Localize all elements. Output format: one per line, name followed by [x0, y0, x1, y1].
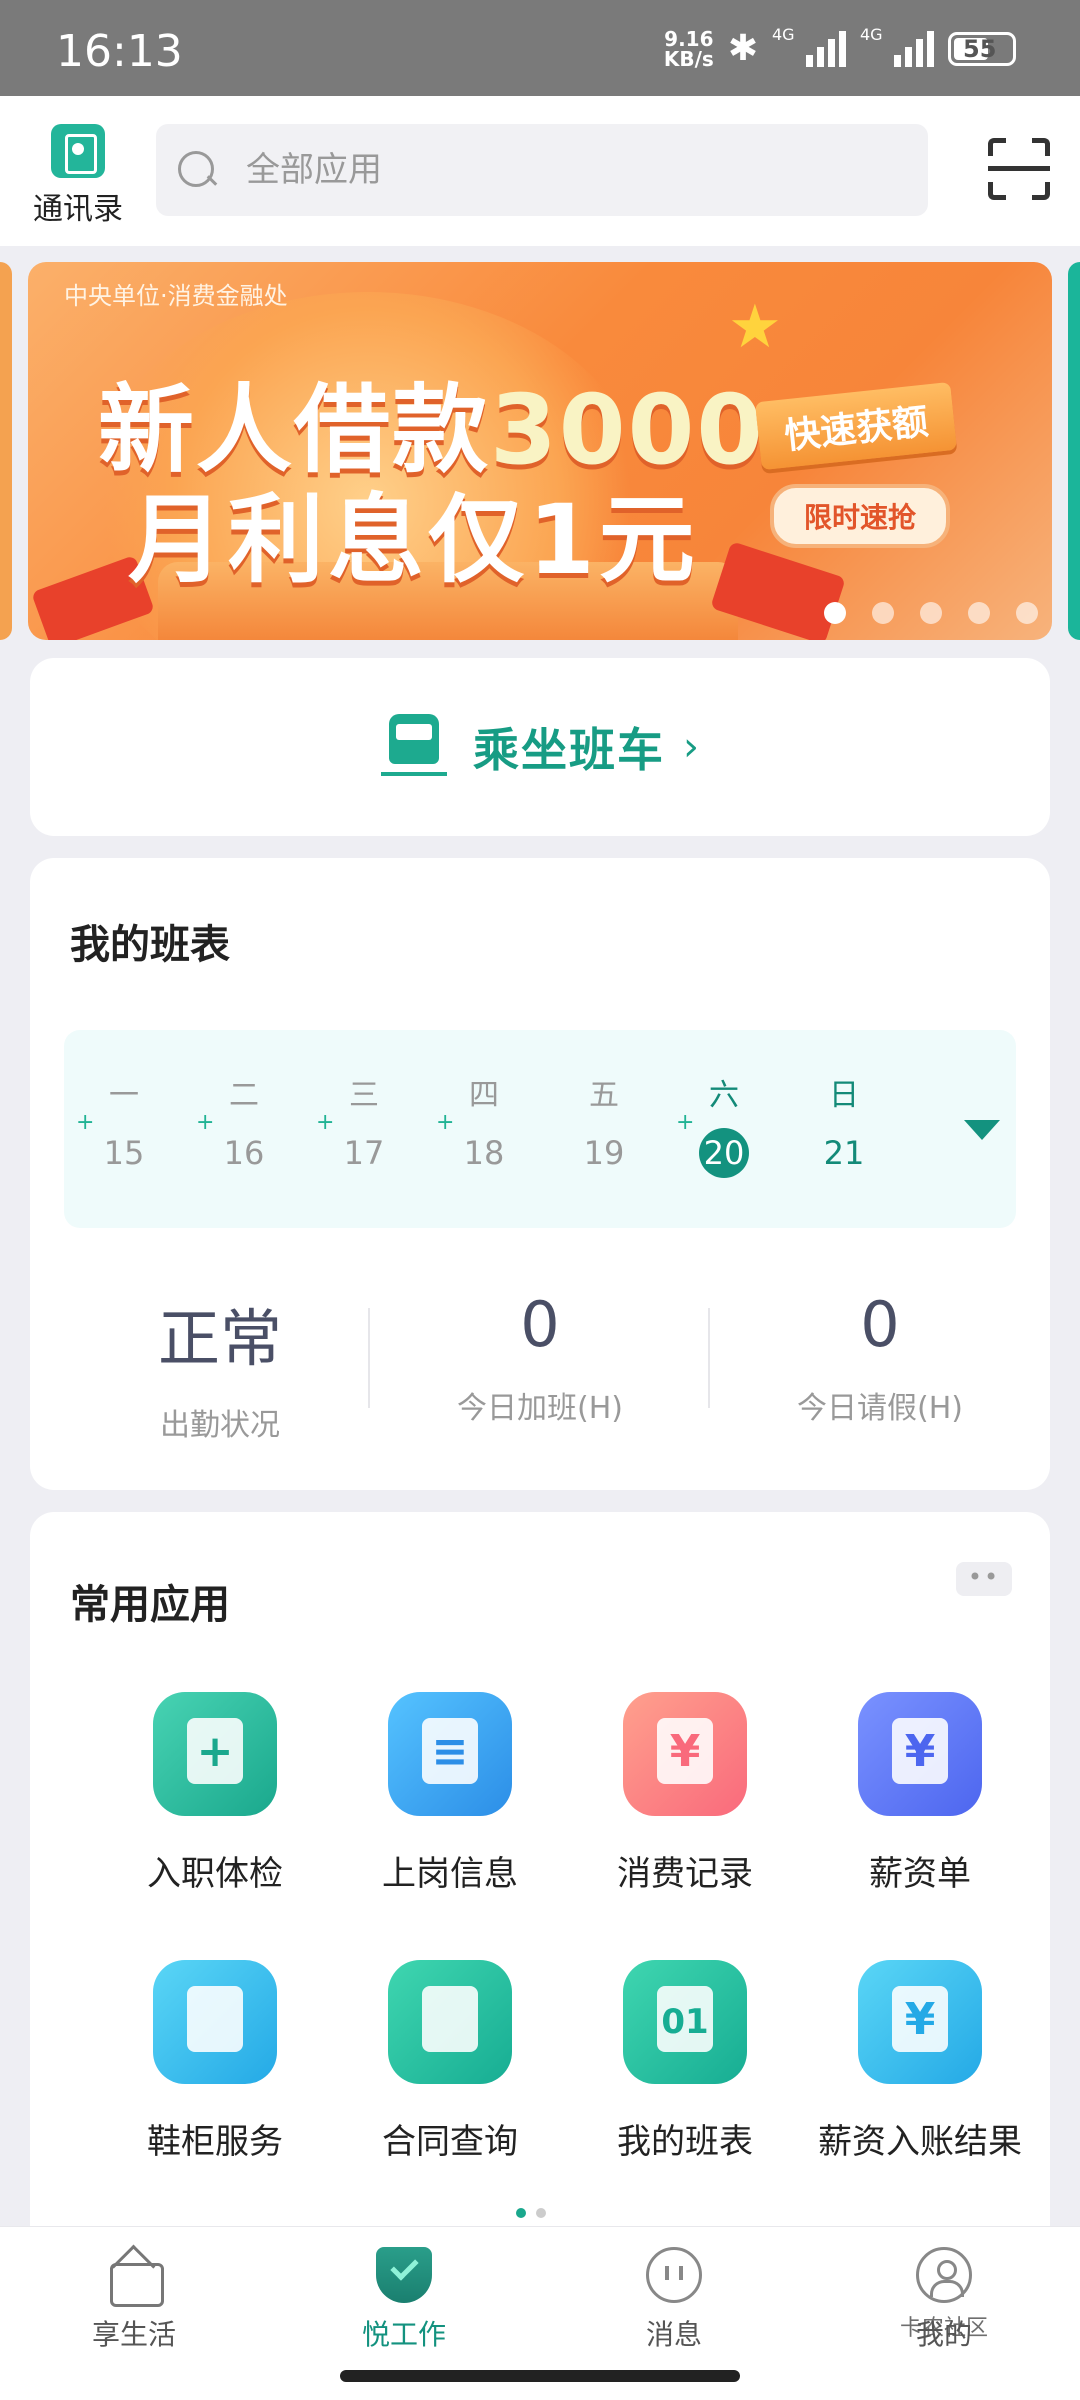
- apps-title: 常用应用: [70, 1582, 230, 1628]
- house-icon: [106, 2247, 164, 2307]
- schedule-card: 我的班表 + 一 15 + 二 16 + 三 17 + 四 18 五 19 +: [30, 858, 1050, 1490]
- message-icon: [646, 2247, 702, 2303]
- signal-icon: 4G: [860, 25, 934, 67]
- watermark-logo: 卡农社区: [900, 2316, 989, 2341]
- status-bar: 16:13 9.16 KB/s ✱ 4G 4G 55: [0, 0, 1080, 96]
- day-item-selected[interactable]: + 六 20: [674, 1030, 774, 1228]
- banner-prev-peek: [0, 262, 12, 640]
- schedule-title: 我的班表: [70, 922, 230, 968]
- contacts-icon: [51, 124, 105, 178]
- app-job-info[interactable]: ≡ 上岗信息: [330, 1692, 570, 1895]
- top-header: 通讯录: [0, 96, 1080, 246]
- app-contract-query[interactable]: 合同查询: [330, 1960, 570, 2163]
- banner-tag: 快速获额: [754, 381, 958, 471]
- id-card-icon: ≡: [388, 1692, 512, 1816]
- search-bar[interactable]: [156, 124, 928, 216]
- carousel-dot: [1016, 602, 1038, 624]
- wallet-yuan-icon: ¥: [858, 1960, 982, 2084]
- carousel-dots: [824, 602, 1038, 624]
- status-icons: 9.16 KB/s ✱ 4G 4G 55: [663, 25, 1016, 71]
- signal-icon: 4G: [772, 25, 846, 67]
- day-item[interactable]: 日 21: [794, 1030, 894, 1228]
- day-item[interactable]: + 四 18: [434, 1030, 534, 1228]
- net-speed: 9.16 KB/s: [663, 26, 714, 71]
- tab-work[interactable]: 悦工作: [304, 2247, 504, 2353]
- banner-subtitle: 中央单位·消费金融处: [64, 282, 288, 310]
- banner-headline-2: 月利息仅1元: [128, 484, 699, 596]
- calendar-icon: 01: [623, 1960, 747, 2084]
- yuan-doc-icon: ¥: [858, 1692, 982, 1816]
- shuttle-bus-card[interactable]: 乘坐班车 ›: [30, 658, 1050, 836]
- app-payslip[interactable]: ¥ 薪资单: [800, 1692, 1040, 1895]
- contacts-button[interactable]: 通讯录: [28, 124, 128, 228]
- id-card-plus-icon: +: [153, 1692, 277, 1816]
- day-item[interactable]: + 二 16: [194, 1030, 294, 1228]
- week-strip: + 一 15 + 二 16 + 三 17 + 四 18 五 19 + 六 20: [64, 1030, 1016, 1228]
- apps-page-indicator: [516, 2208, 546, 2218]
- stat-attendance[interactable]: 正常 出勤状况: [50, 1278, 390, 1444]
- app-consumption-records[interactable]: ¥ 消费记录: [565, 1692, 805, 1895]
- status-time: 16:13: [56, 26, 183, 77]
- app-salary-deposit[interactable]: ¥ 薪资入账结果: [800, 1960, 1040, 2163]
- stat-overtime[interactable]: 0 今日加班(H): [370, 1278, 710, 1427]
- bus-icon: [381, 714, 447, 780]
- app-my-schedule[interactable]: 01 我的班表: [565, 1960, 805, 2163]
- day-item[interactable]: 五 19: [554, 1030, 654, 1228]
- day-item[interactable]: + 一 15: [74, 1030, 174, 1228]
- more-options-button[interactable]: ••: [956, 1562, 1012, 1596]
- carousel-dot: [824, 602, 846, 624]
- day-item[interactable]: + 三 17: [314, 1030, 414, 1228]
- receipt-clock-icon: ¥: [623, 1692, 747, 1816]
- carousel-dot: [872, 602, 894, 624]
- stat-leave[interactable]: 0 今日请假(H): [710, 1278, 1050, 1427]
- chevron-right-icon: ›: [683, 724, 699, 770]
- tab-life[interactable]: 享生活: [34, 2247, 234, 2353]
- banner-carousel[interactable]: ★ 中央单位·消费金融处 新人借款3000 月利息仅1元 快速获额 限时速抢: [0, 262, 1080, 640]
- tab-messages[interactable]: 消息: [574, 2247, 774, 2353]
- expand-caret-icon[interactable]: [964, 1120, 1000, 1140]
- shuttle-label: 乘坐班车: [473, 723, 665, 777]
- page-dot: [536, 2208, 546, 2218]
- document-search-icon: [388, 1960, 512, 2084]
- search-input[interactable]: [246, 150, 846, 190]
- attendance-stats: 正常 出勤状况 0 今日加班(H) 0 今日请假(H): [30, 1278, 1050, 1458]
- promo-banner[interactable]: ★ 中央单位·消费金融处 新人借款3000 月利息仅1元 快速获额 限时速抢: [28, 262, 1052, 640]
- bluetooth-icon: ✱: [727, 28, 758, 69]
- banner-cta-button[interactable]: 限时速抢: [770, 484, 951, 548]
- carousel-dot: [920, 602, 942, 624]
- home-indicator[interactable]: [340, 2370, 740, 2382]
- battery-icon: 55: [948, 31, 1016, 66]
- app-medical-exam[interactable]: + 入职体检: [95, 1692, 335, 1895]
- shield-check-icon: [376, 2247, 432, 2303]
- person-icon: [916, 2247, 972, 2303]
- search-icon: [176, 149, 218, 191]
- app-shoe-locker[interactable]: 鞋柜服务: [95, 1960, 335, 2163]
- boot-icon: [153, 1960, 277, 2084]
- carousel-dot: [968, 602, 990, 624]
- contacts-label: 通讯录: [33, 192, 123, 227]
- battery-level: 55: [963, 34, 997, 63]
- page-dot: [516, 2208, 526, 2218]
- banner-next-peek: [1068, 262, 1080, 640]
- scan-icon[interactable]: [988, 138, 1050, 200]
